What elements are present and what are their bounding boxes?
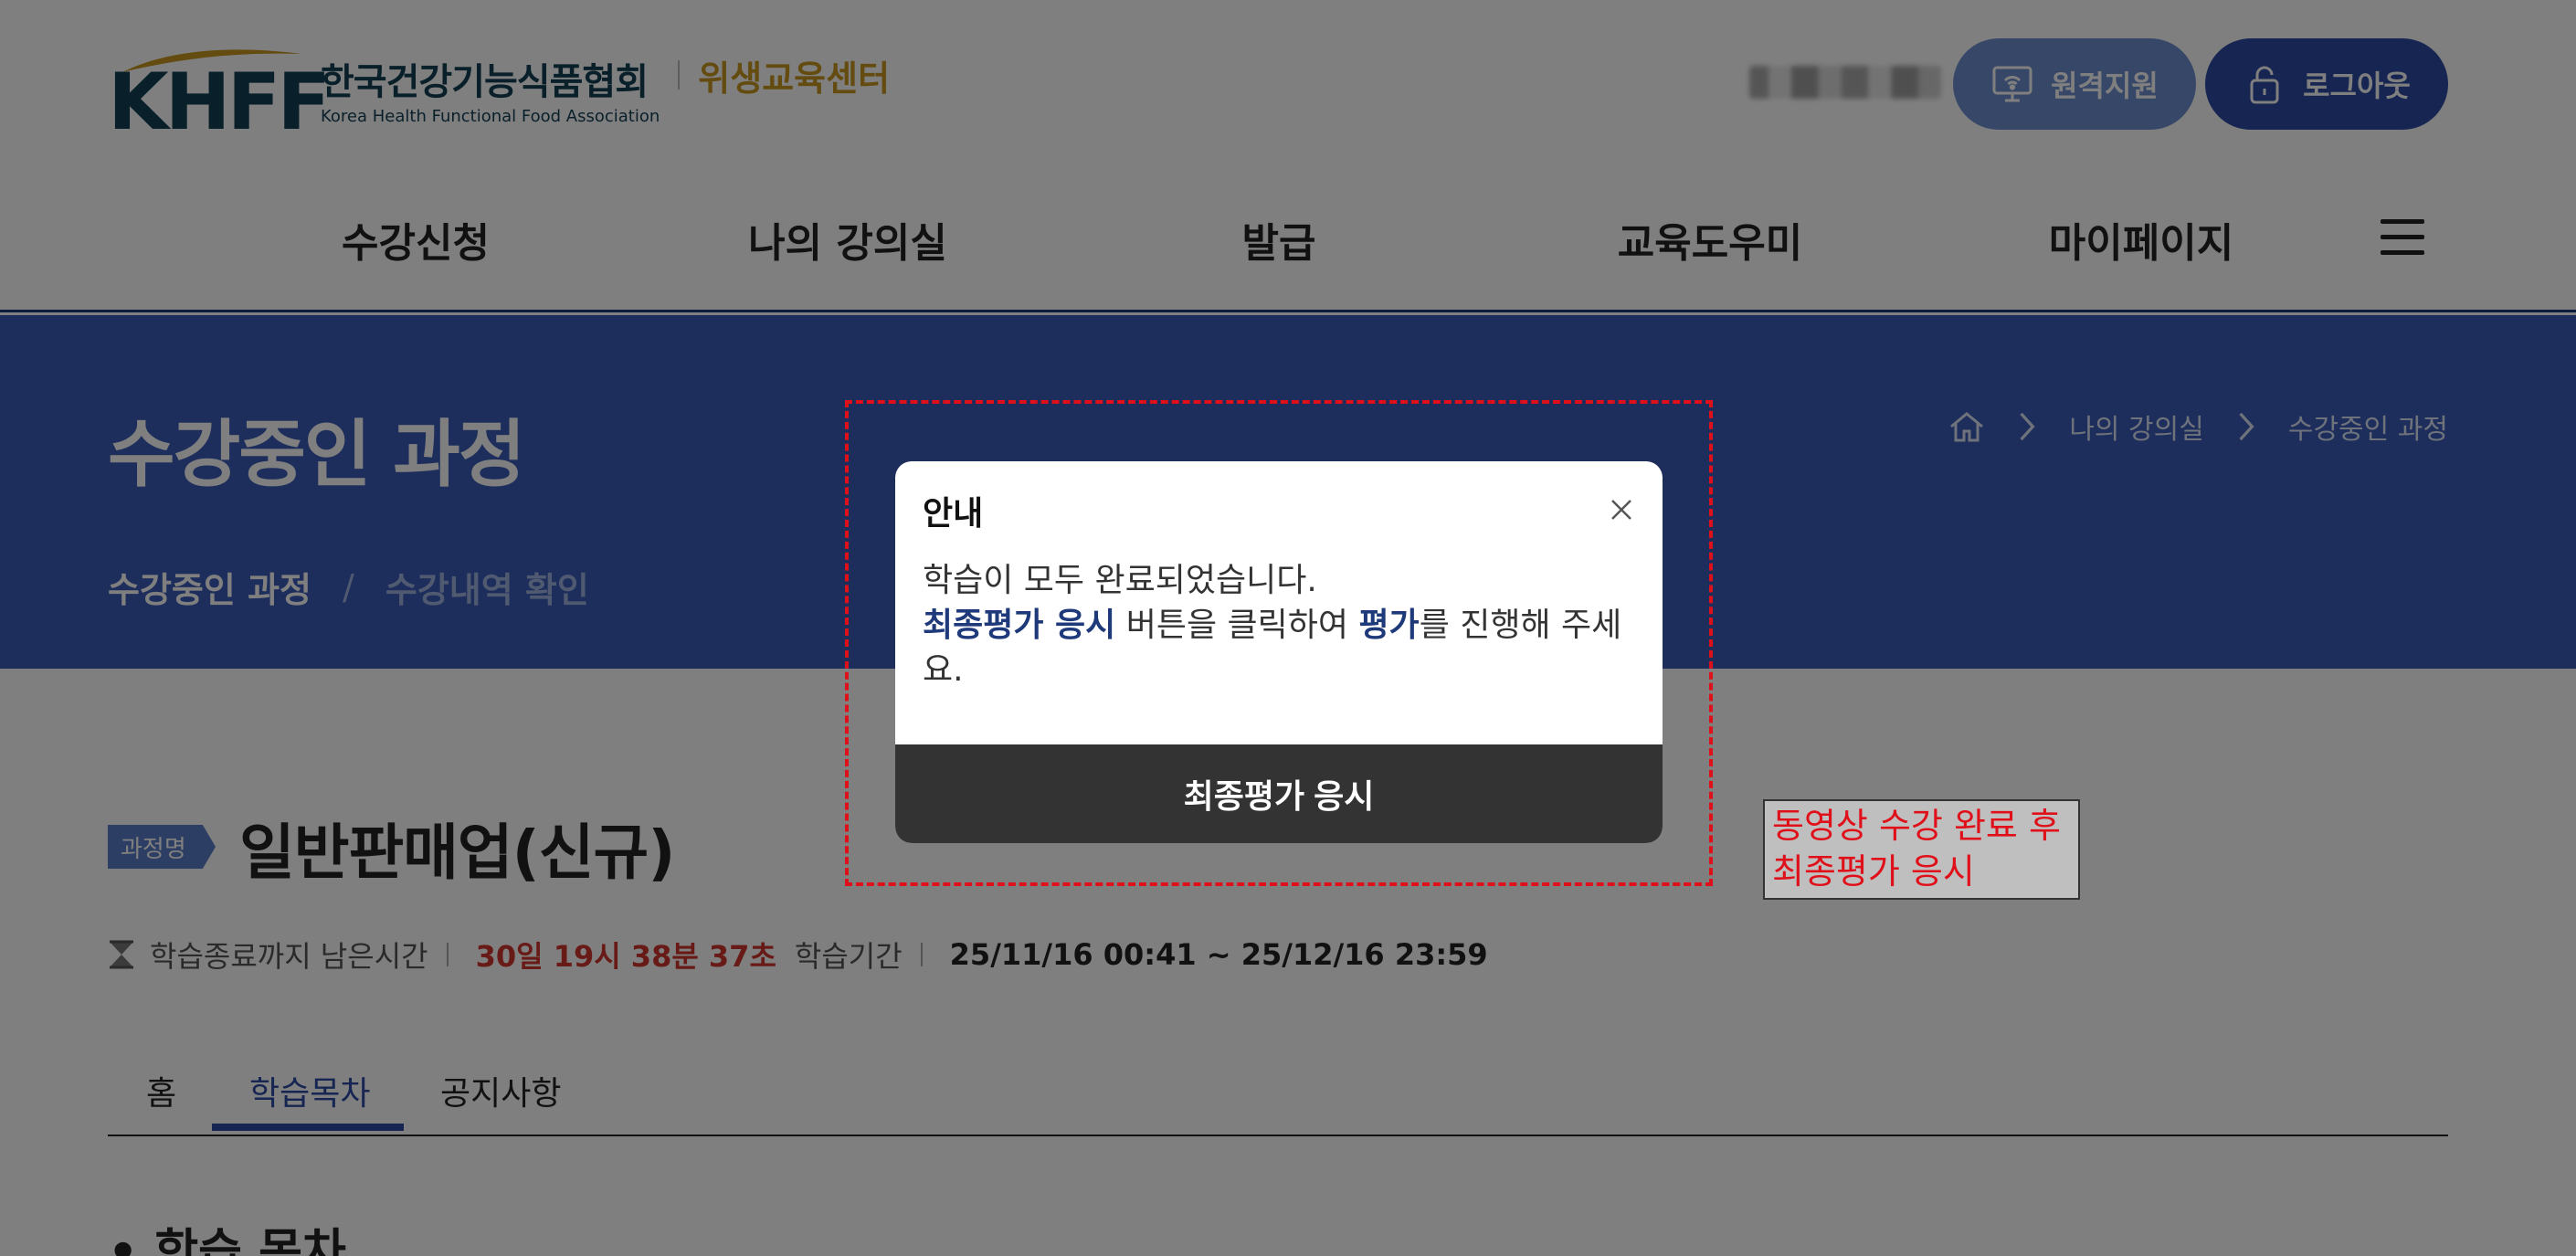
close-icon[interactable] (1610, 498, 1633, 522)
final-exam-button[interactable]: 최종평가 응시 (895, 744, 1663, 843)
modal-message-emphasis-exam: 최종평가 응시 (923, 607, 1116, 644)
modal-message: 학습이 모두 완료되었습니다. 최종평가 응시 버튼을 클릭하여 평가를 진행해… (923, 558, 1644, 692)
annotation-note: 동영상 수강 완료 후 최종평가 응시 (1763, 799, 2080, 900)
modal-message-emphasis-eval: 평가 (1358, 607, 1420, 644)
modal-message-line1: 학습이 모두 완료되었습니다. (923, 562, 1317, 599)
notice-modal: 안내 학습이 모두 완료되었습니다. 최종평가 응시 버튼을 클릭하여 평가를 … (895, 461, 1663, 843)
modal-message-mid: 버튼을 클릭하여 (1115, 607, 1359, 644)
modal-title: 안내 (923, 495, 984, 533)
